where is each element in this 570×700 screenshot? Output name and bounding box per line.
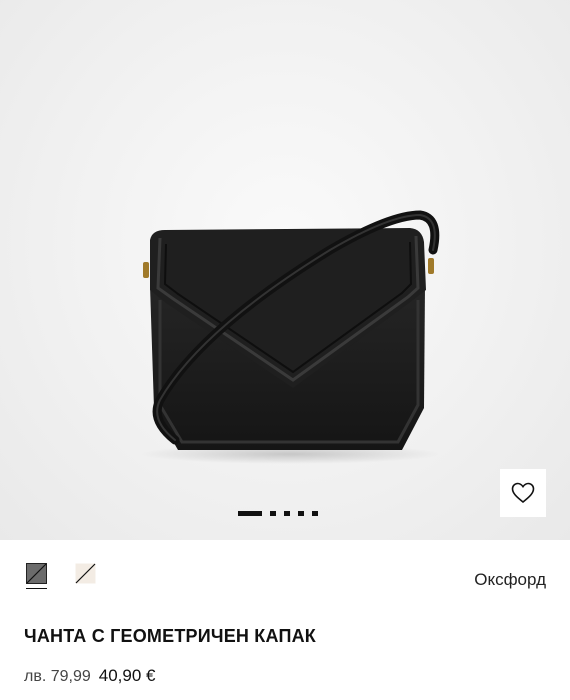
old-price: лв. 79,99: [24, 668, 91, 685]
pagination-dot-active[interactable]: [238, 510, 262, 516]
product-image: [140, 210, 440, 464]
swatch-beige[interactable]: [75, 563, 96, 584]
gallery-pagination: [238, 510, 318, 516]
product-title: ЧАНТА С ГЕОМЕТРИЧЕН КАПАК: [24, 626, 316, 646]
swatch-black-fill: [26, 563, 47, 584]
color-swatches: [26, 563, 96, 589]
sale-price: 40,90 €: [98, 666, 156, 685]
heart-icon: [511, 482, 535, 504]
selected-color-name: Оксфорд: [474, 570, 546, 589]
pagination-dot[interactable]: [298, 510, 304, 516]
wishlist-button[interactable]: [500, 469, 546, 517]
pagination-dot[interactable]: [284, 510, 290, 516]
swatch-beige-fill: [75, 563, 96, 584]
pagination-dot[interactable]: [312, 510, 318, 516]
swatch-black[interactable]: [26, 563, 47, 589]
product-image-gallery[interactable]: [0, 0, 570, 540]
pagination-dot[interactable]: [270, 510, 276, 516]
price-block: лв. 79,99 40,90 €: [24, 666, 156, 686]
